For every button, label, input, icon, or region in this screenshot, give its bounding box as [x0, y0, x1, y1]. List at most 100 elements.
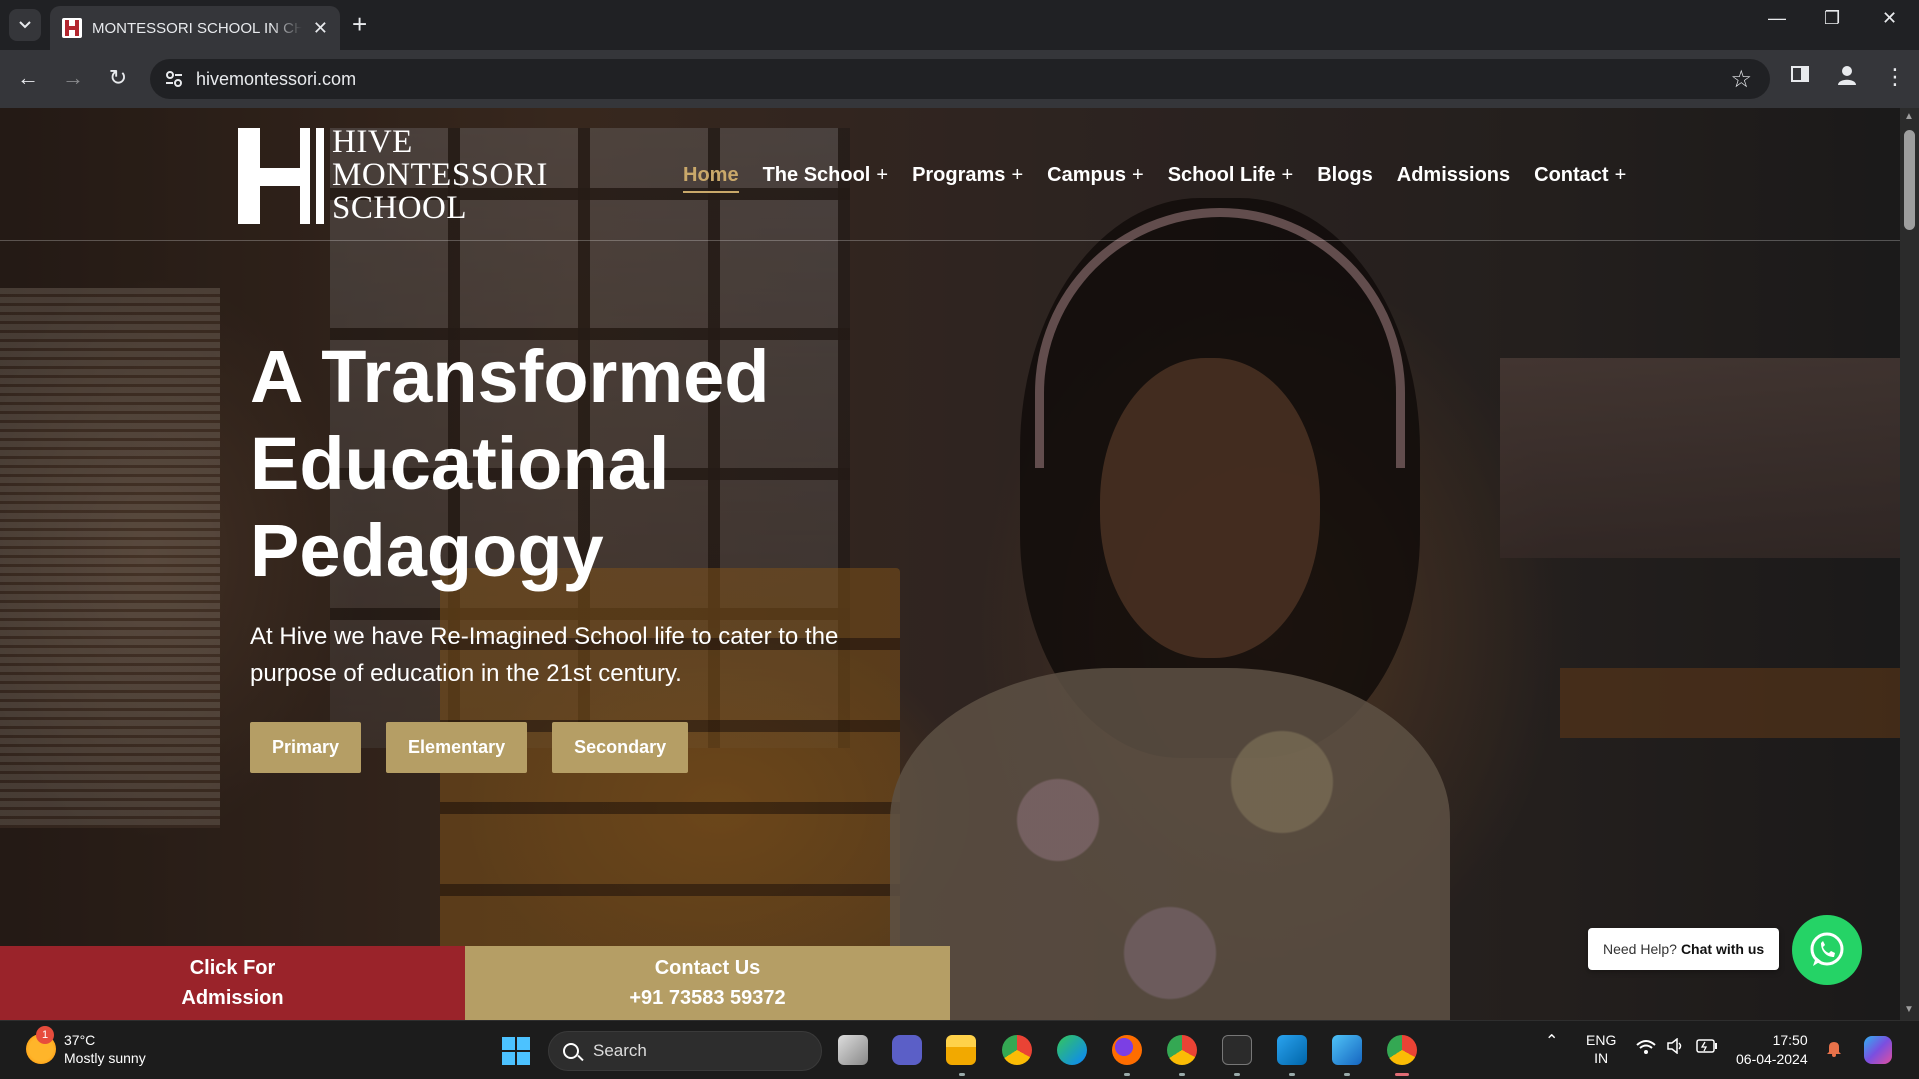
plus-icon: +	[1011, 164, 1024, 186]
logo-line-1: HIVE	[332, 124, 413, 160]
nav-school-life[interactable]: School Life +	[1168, 164, 1293, 187]
windows-taskbar: 1 37°C Mostly sunny Search ⌃ ENG IN 17:5…	[0, 1020, 1919, 1079]
language-code: ENG	[1586, 1032, 1617, 1048]
browser-menu-icon[interactable]: ⋮	[1884, 64, 1906, 90]
battery-icon[interactable]	[1696, 1039, 1718, 1056]
chat-help-pill[interactable]: Need Help? Chat with us	[1588, 928, 1780, 970]
edge-icon[interactable]	[1057, 1035, 1087, 1065]
taskbar-search[interactable]: Search	[548, 1031, 822, 1071]
header-divider	[0, 240, 1900, 241]
elementary-button[interactable]: Elementary	[386, 722, 528, 773]
nav-blogs[interactable]: Blogs	[1317, 164, 1373, 187]
logo-line-2: MONTESSORI	[332, 157, 548, 193]
site-logo[interactable]: HIVE MONTESSORI SCHOOL	[238, 126, 548, 225]
back-arrow-icon[interactable]: ←	[13, 64, 43, 92]
program-buttons: Primary Elementary Secondary	[250, 722, 713, 773]
secondary-button[interactable]: Secondary	[552, 722, 689, 773]
region-code: IN	[1594, 1050, 1609, 1066]
app-icon[interactable]	[1332, 1035, 1362, 1065]
page-viewport: HIVE MONTESSORI SCHOOL Home The School + …	[0, 108, 1900, 1020]
volume-icon[interactable]	[1666, 1037, 1684, 1057]
clock-date: 06-04-2024	[1736, 1051, 1808, 1067]
admission-cta-button[interactable]: Click For Admission	[0, 946, 465, 1020]
hive-logo-icon	[238, 127, 330, 224]
task-view-icon[interactable]	[838, 1035, 868, 1065]
logo-line-3: SCHOOL	[332, 190, 468, 226]
plus-icon: +	[1614, 164, 1627, 186]
file-explorer-icon[interactable]	[946, 1035, 976, 1065]
language-indicator[interactable]: ENG IN	[1586, 1031, 1616, 1067]
nav-label: Contact	[1534, 164, 1609, 186]
running-indicator	[959, 1073, 965, 1076]
firefox-icon[interactable]	[1112, 1035, 1142, 1065]
search-icon	[563, 1043, 579, 1059]
plus-icon: +	[1132, 164, 1144, 186]
weather-widget[interactable]: 1 37°C Mostly sunny	[26, 1026, 146, 1067]
plus-icon: +	[876, 164, 889, 186]
clock-time: 17:50	[1772, 1032, 1808, 1048]
nav-programs[interactable]: Programs +	[912, 164, 1023, 187]
browser-tab[interactable]: MONTESSORI SCHOOL IN CHE ✕	[50, 6, 340, 50]
new-tab-button[interactable]: +	[352, 10, 367, 38]
hero-title-line: Pedagogy	[250, 509, 604, 592]
nav-label: Admissions	[1396, 164, 1511, 186]
nav-contact[interactable]: Contact +	[1534, 164, 1626, 187]
nav-label: Blogs	[1317, 164, 1373, 186]
restore-icon[interactable]: ❐	[1824, 8, 1840, 29]
minimize-icon[interactable]: —	[1768, 8, 1786, 29]
wifi-icon[interactable]	[1636, 1039, 1656, 1058]
system-clock[interactable]: 17:50 06-04-2024	[1736, 1031, 1808, 1069]
bookmark-star-icon[interactable]: ☆	[1730, 65, 1752, 94]
nav-label: Programs	[912, 164, 1006, 186]
tab-search-button[interactable]	[9, 9, 41, 41]
teams-icon[interactable]	[892, 1035, 922, 1065]
nav-label: Campus	[1047, 164, 1127, 186]
tray-overflow-icon[interactable]: ⌃	[1545, 1031, 1558, 1051]
vscode-icon[interactable]	[1277, 1035, 1307, 1065]
reload-icon[interactable]: ↻	[103, 64, 133, 92]
running-indicator	[1344, 1073, 1350, 1076]
side-panel-icon[interactable]	[1790, 64, 1810, 90]
running-indicator	[1124, 1073, 1130, 1076]
chrome-profile-icon[interactable]	[1167, 1035, 1197, 1065]
chevron-down-icon	[19, 21, 31, 29]
address-bar[interactable]: hivemontessori.com ☆	[150, 59, 1770, 99]
tab-close-icon[interactable]: ✕	[313, 18, 328, 38]
nav-home[interactable]: Home	[683, 164, 739, 193]
weather-condition: Mostly sunny	[64, 1050, 146, 1066]
help-prefix: Need Help?	[1603, 941, 1677, 957]
contact-cta-label: Contact Us	[654, 957, 761, 979]
plus-icon: +	[1281, 164, 1294, 186]
running-indicator	[1179, 1073, 1185, 1076]
forward-arrow-icon[interactable]: →	[58, 64, 88, 92]
chrome-active-icon[interactable]	[1387, 1035, 1417, 1065]
profile-icon[interactable]	[1836, 64, 1858, 92]
logo-text: HIVE MONTESSORI SCHOOL	[332, 126, 548, 225]
nav-label: Home	[683, 164, 739, 186]
site-settings-icon[interactable]	[164, 69, 184, 89]
terminal-icon[interactable]	[1222, 1035, 1252, 1065]
copilot-icon[interactable]	[1864, 1036, 1892, 1064]
notification-badge: 1	[36, 1026, 54, 1044]
scrollbar-thumb[interactable]	[1904, 130, 1915, 230]
weather-temperature: 37°C	[64, 1032, 96, 1048]
whatsapp-chat-button[interactable]	[1792, 915, 1862, 985]
url-text[interactable]: hivemontessori.com	[196, 69, 356, 90]
help-action: Chat with us	[1680, 941, 1765, 957]
chrome-icon[interactable]	[1002, 1035, 1032, 1065]
close-window-icon[interactable]: ✕	[1882, 8, 1897, 29]
contact-phone: +91 73583 59372	[629, 987, 786, 1009]
primary-button[interactable]: Primary	[250, 722, 362, 773]
scroll-down-icon[interactable]: ▼	[1904, 1004, 1914, 1015]
nav-campus[interactable]: Campus +	[1047, 164, 1144, 187]
scroll-up-icon[interactable]: ▲	[1904, 111, 1914, 122]
notification-bell-icon[interactable]	[1826, 1039, 1842, 1060]
windows-start-icon[interactable]	[502, 1037, 530, 1065]
admission-cta-line: Click For	[189, 957, 276, 979]
nav-label: The School	[762, 164, 871, 186]
nav-the-school[interactable]: The School +	[763, 164, 888, 187]
page-scrollbar[interactable]: ▲ ▼	[1900, 108, 1919, 1020]
nav-admissions[interactable]: Admissions	[1397, 164, 1510, 187]
contact-cta-button[interactable]: Contact Us +91 73583 59372	[465, 946, 950, 1020]
site-favicon-icon	[62, 18, 82, 38]
